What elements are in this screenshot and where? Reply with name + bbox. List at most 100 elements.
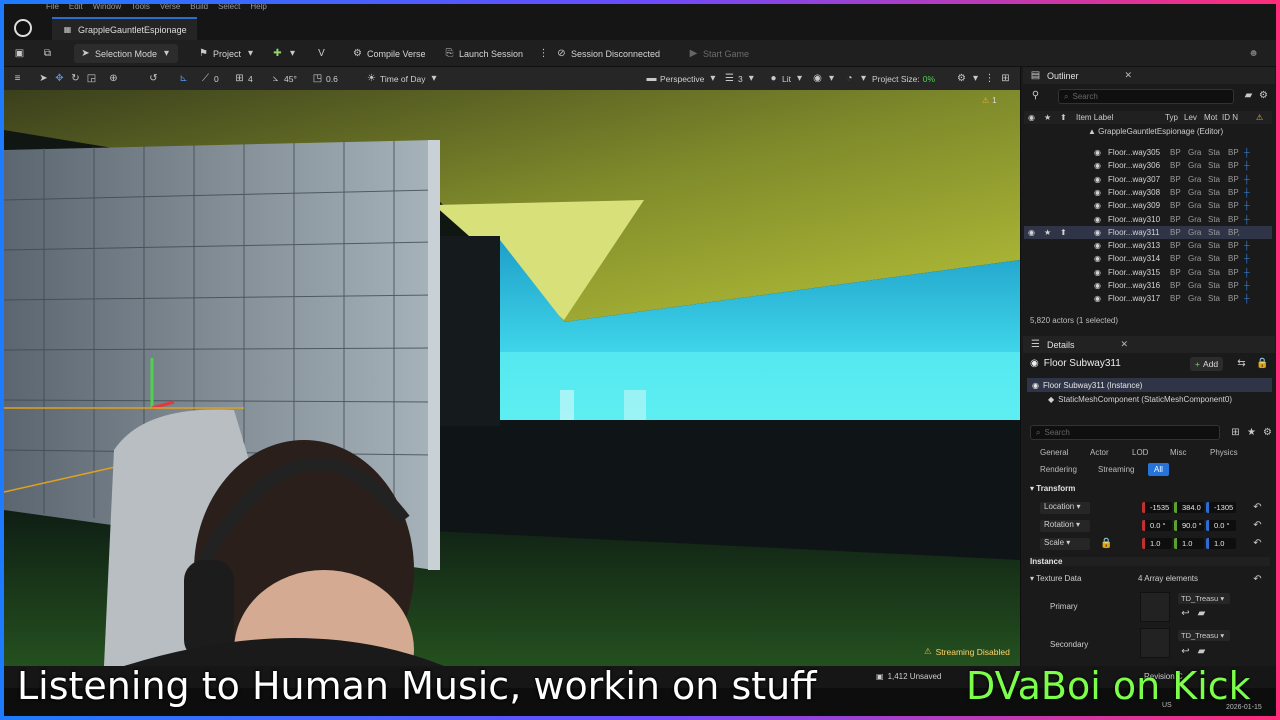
outliner-tab[interactable]: ▤ Outliner ✕	[1023, 67, 1275, 84]
instance-section[interactable]: Instance	[1030, 557, 1270, 566]
rotation-x[interactable]: 0.0 °	[1142, 520, 1172, 531]
scale-x[interactable]: 1.0	[1142, 538, 1172, 549]
outliner-row[interactable]: ◉ Floor...way307 BP Gra Sta BP ┼	[1024, 173, 1272, 186]
surface-snap-toggle[interactable]: ↺	[148, 71, 159, 86]
primary-asset-dropdown[interactable]: TD_Treasu ▾	[1178, 593, 1230, 604]
outliner-row[interactable]: ◉ Floor...way317 BP Gra Sta BP ┼	[1024, 292, 1272, 305]
secondary-asset-dropdown[interactable]: TD_Treasu ▾	[1178, 630, 1230, 641]
project-tab[interactable]: ▦ GrappleGauntletEspionage	[52, 17, 197, 40]
scale-snap-value[interactable]: ◳ 0.6	[312, 71, 338, 86]
outliner-settings-button[interactable]: ⚙	[1258, 90, 1269, 101]
content-button[interactable]: ⧉	[36, 44, 59, 63]
level-viewport[interactable]: ⚠ 1 ⚠ Streaming Disabled	[4, 90, 1020, 666]
grid-snap-toggle[interactable]: ⊾	[178, 71, 189, 86]
reset-rotation-button[interactable]: ↶	[1252, 520, 1263, 531]
menu-verse[interactable]: Verse	[160, 4, 180, 14]
outliner-row[interactable]: ◉ Floor...way308 BP Gra Sta BP ┼	[1024, 186, 1272, 199]
start-game-button[interactable]: ▶ Start Game	[682, 44, 755, 63]
details-settings-button[interactable]: ⚙	[1262, 427, 1273, 438]
property-matrix-button[interactable]: ⊞	[1230, 427, 1241, 438]
outliner-row[interactable]: ◉ Floor...way309 BP Gra Sta BP ┼	[1024, 199, 1272, 212]
show-flags-dropdown[interactable]: ◉ ▾	[812, 71, 837, 86]
rotate-snap-value[interactable]: ⟋ 0	[200, 71, 219, 86]
location-z[interactable]: -1305	[1206, 502, 1236, 513]
world-space-toggle[interactable]: ⊕	[108, 71, 119, 86]
view-mode-dropdown[interactable]: ● Lit ▾	[768, 71, 805, 86]
location-dropdown[interactable]: Location ▾	[1040, 502, 1090, 514]
outliner-row[interactable]: ◉ Floor...way315 BP Gra Sta BP ┼	[1024, 266, 1272, 279]
rotation-y[interactable]: 90.0 °	[1174, 520, 1204, 531]
unsaved-indicator[interactable]: ▣ 1,412 Unsaved	[876, 672, 941, 681]
outliner-row[interactable]: ◉ ★ ⬆ ◉ Floor...way311 BP Gra Sta BP,	[1024, 225, 1272, 239]
category-actor[interactable]: Actor	[1084, 446, 1115, 459]
transform-section[interactable]: ▾ Transform	[1030, 484, 1075, 493]
viewport-settings-dropdown[interactable]: ⚙ ▾	[956, 71, 981, 86]
outliner-folder-button[interactable]: ▰	[1243, 90, 1254, 101]
angle-snap-value[interactable]: ⦣ 45°	[270, 71, 297, 86]
outliner-row[interactable]: ◉ Floor...way314 BP Gra Sta BP ┼	[1024, 252, 1272, 265]
scale-tool[interactable]: ◲	[86, 71, 97, 86]
save-button[interactable]: ▣	[8, 44, 31, 63]
scale-lock-button[interactable]: 🔒	[1100, 538, 1112, 549]
scale-y[interactable]: 1.0	[1174, 538, 1204, 549]
primary-browse-button[interactable]: ↩	[1180, 608, 1191, 619]
menu-help[interactable]: Help	[250, 4, 266, 14]
details-tab[interactable]: ☰ Details ✕	[1023, 336, 1275, 353]
col-id[interactable]: ID N	[1222, 113, 1238, 122]
outliner-search-input[interactable]: ⌕ Search	[1058, 89, 1234, 104]
menu-build[interactable]: Build	[190, 4, 208, 14]
category-misc[interactable]: Misc	[1164, 446, 1192, 459]
reset-scale-button[interactable]: ↶	[1252, 538, 1263, 549]
category-lod[interactable]: LOD	[1126, 446, 1154, 459]
move-tool[interactable]: ✥	[54, 71, 65, 86]
col-item-label[interactable]: Item Label	[1076, 113, 1113, 122]
unreal-logo-icon[interactable]	[14, 19, 32, 37]
perspective-dropdown[interactable]: ▬ Perspective ▾	[646, 71, 718, 86]
project-size-indicator[interactable]: Project Size: 0%	[872, 71, 935, 86]
add-component-button[interactable]: + Add	[1190, 357, 1224, 371]
rotation-z[interactable]: 0.0 °	[1206, 520, 1236, 531]
menu-window[interactable]: Window	[93, 4, 121, 14]
grid-size-value[interactable]: ⊞ 4	[234, 71, 252, 86]
primary-thumbnail[interactable]	[1140, 592, 1170, 622]
reset-location-button[interactable]: ↶	[1252, 502, 1263, 513]
primary-find-button[interactable]: ▰	[1196, 608, 1207, 619]
category-rendering[interactable]: Rendering	[1034, 463, 1083, 476]
outliner-row[interactable]: ◉ Floor...way306 BP Gra Sta BP ┼	[1024, 159, 1272, 172]
blueprint-button[interactable]: ⇆	[1236, 358, 1247, 369]
camera-speed-dropdown[interactable]: ☰ 3 ▾	[724, 71, 757, 86]
close-icon[interactable]: ✕	[1125, 70, 1133, 81]
secondary-find-button[interactable]: ▰	[1196, 646, 1207, 657]
viewport-menu-button[interactable]: ≡	[12, 71, 23, 86]
menu-select[interactable]: Select	[218, 4, 240, 14]
category-physics[interactable]: Physics	[1204, 446, 1244, 459]
rotation-dropdown[interactable]: Rotation ▾	[1040, 520, 1090, 532]
select-tool[interactable]: ➤	[38, 71, 49, 86]
collab-button[interactable]: ☻	[1242, 44, 1265, 63]
rotate-tool[interactable]: ↻	[70, 71, 81, 86]
outliner-filter-button[interactable]: ⚲	[1030, 90, 1041, 101]
col-level[interactable]: Lev	[1184, 113, 1197, 122]
verse-button[interactable]: V	[310, 44, 333, 63]
outliner-row[interactable]: ◉ Floor...way305 BP Gra Sta BP ┼	[1024, 146, 1272, 159]
component-row[interactable]: ◆ StaticMeshComponent (StaticMeshCompone…	[1048, 395, 1232, 404]
outliner-row[interactable]: ◉ Floor...way316 BP Gra Sta BP ┼	[1024, 279, 1272, 292]
lock-button[interactable]: 🔒	[1256, 358, 1268, 369]
scale-z[interactable]: 1.0	[1206, 538, 1236, 549]
launch-session-button[interactable]: ⎘ Launch Session	[438, 44, 529, 63]
add-actor-dropdown[interactable]: ✚ ▾	[266, 44, 304, 63]
session-status[interactable]: ⊘ Session Disconnected	[550, 44, 666, 63]
close-icon[interactable]: ✕	[1121, 339, 1129, 350]
location-x[interactable]: -1535	[1142, 502, 1172, 513]
texture-data-row[interactable]: ▾ Texture Data	[1030, 574, 1081, 583]
selection-mode-dropdown[interactable]: ➤ Selection Mode ▾	[74, 44, 179, 63]
category-streaming[interactable]: Streaming	[1092, 463, 1140, 476]
outliner-root[interactable]: ▲ GrappleGauntletEspionage (Editor)	[1088, 127, 1223, 136]
category-all[interactable]: All	[1148, 463, 1169, 476]
menu-tools[interactable]: Tools	[131, 4, 150, 14]
viewport-options-button[interactable]: ⋮	[984, 71, 995, 86]
favorites-button[interactable]: ★	[1246, 427, 1257, 438]
time-of-day-dropdown[interactable]: ☀ Time of Day ▾	[366, 71, 440, 86]
category-general[interactable]: General	[1034, 446, 1074, 459]
instance-row[interactable]: ◉ Floor Subway311 (Instance)	[1027, 378, 1272, 392]
